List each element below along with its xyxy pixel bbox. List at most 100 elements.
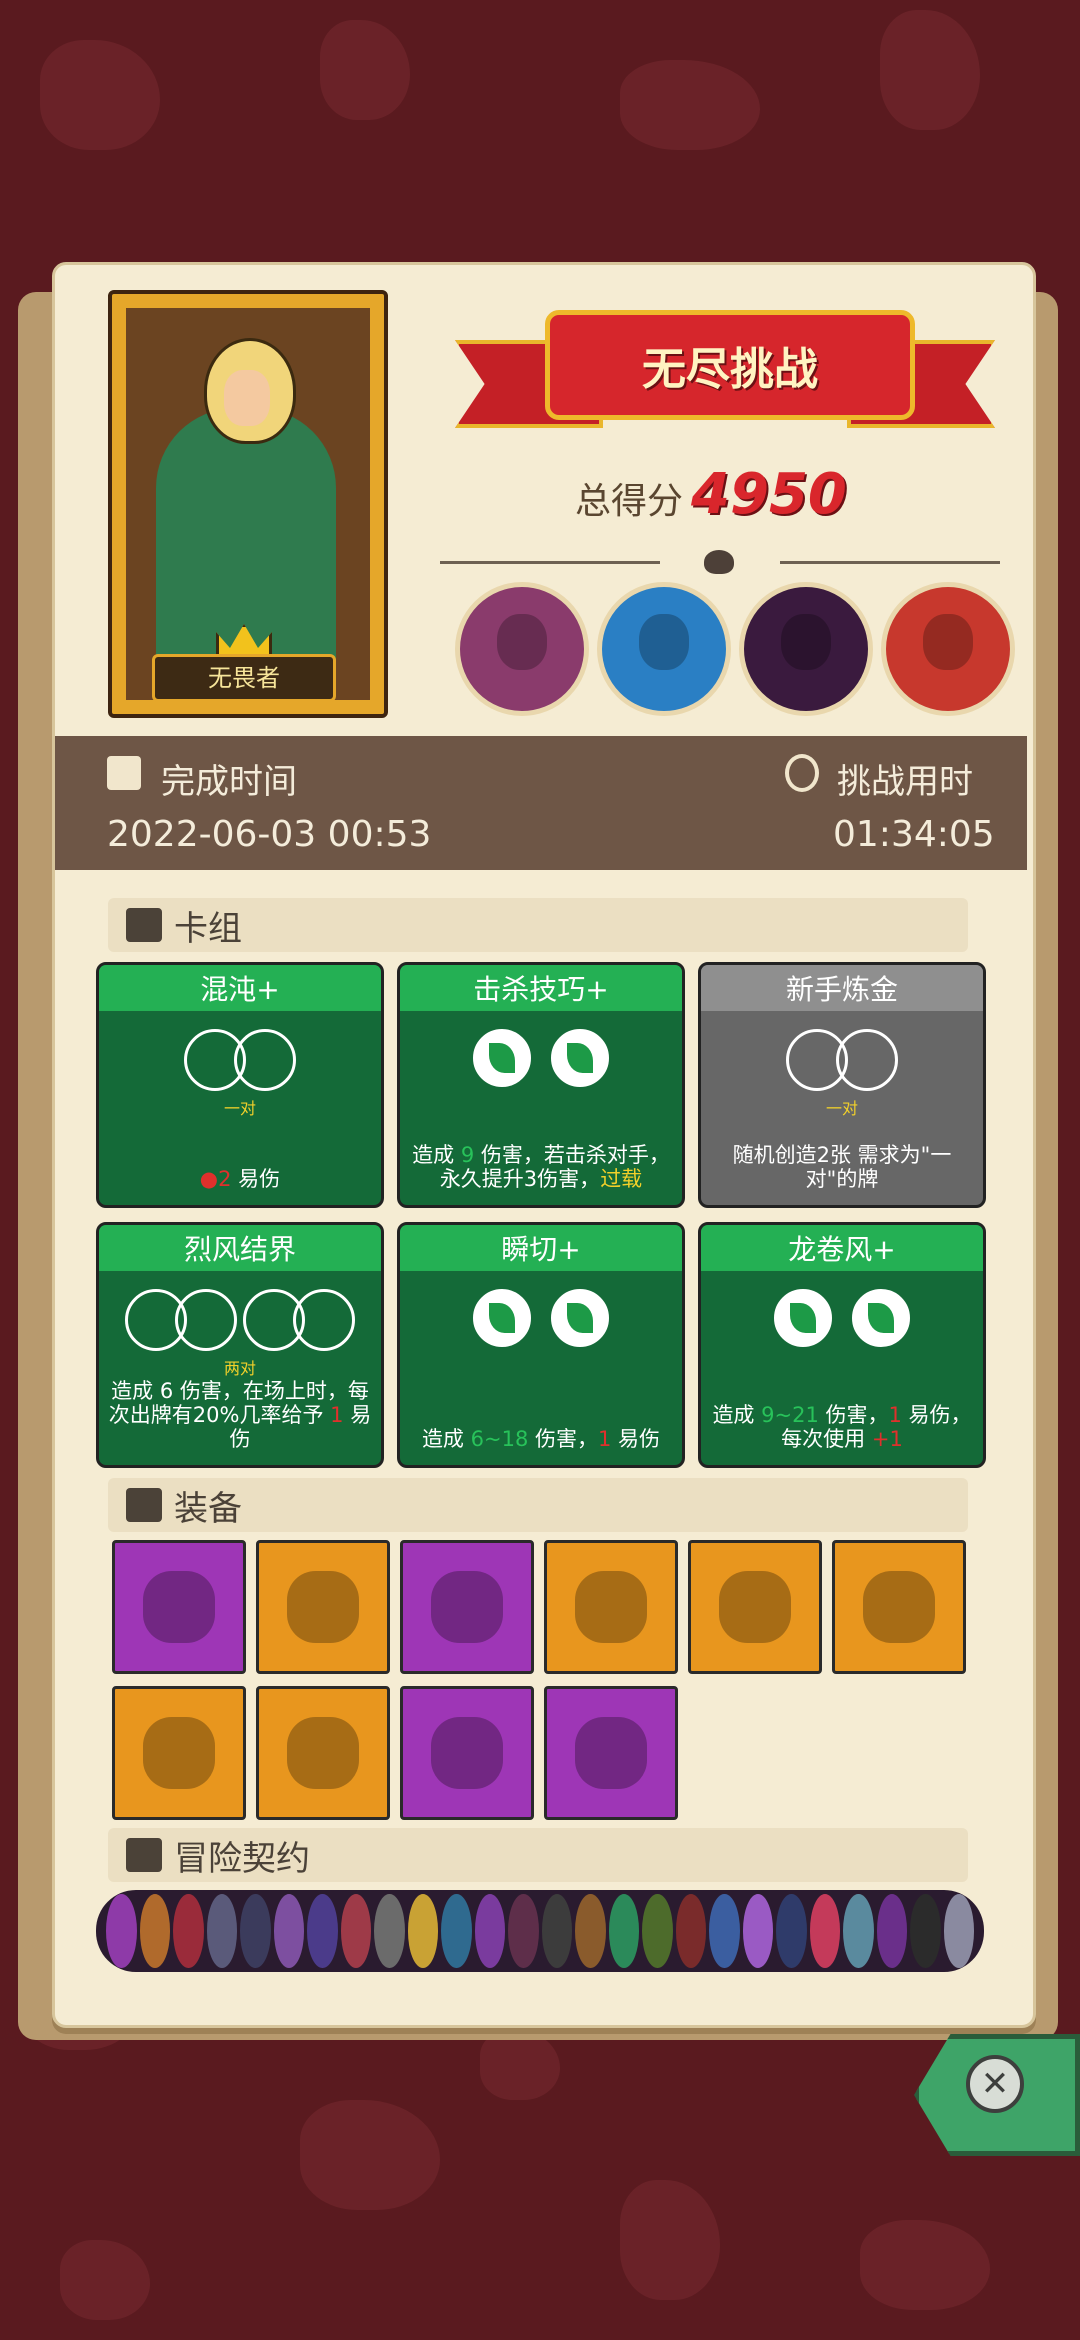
duration-value: 01:34:05 bbox=[833, 814, 995, 855]
leaf-icon bbox=[852, 1289, 910, 1347]
leaf-icon bbox=[473, 1289, 531, 1347]
leaf-icon bbox=[551, 1289, 609, 1347]
leaf-icons bbox=[400, 1029, 682, 1087]
card-description: 造成 6 伤害，在场上时，每次出牌有20%几率给予 1 易伤 bbox=[108, 1379, 372, 1451]
pair-icon bbox=[701, 1029, 983, 1091]
contract-icon bbox=[374, 1894, 405, 1968]
close-icon[interactable]: ✕ bbox=[966, 2055, 1024, 2113]
banner-title: 无尽挑战 bbox=[545, 310, 915, 420]
duration-label: 挑战用时 bbox=[837, 762, 973, 802]
finish-time-value: 2022-06-03 00:53 bbox=[107, 814, 432, 855]
leaf-icons bbox=[701, 1289, 983, 1347]
contract-icon bbox=[843, 1894, 874, 1968]
contract-icon bbox=[240, 1894, 271, 1968]
contract-icon bbox=[675, 1894, 706, 1968]
finish-time-label: 完成时间 bbox=[161, 762, 297, 802]
contract-icon bbox=[126, 1838, 162, 1872]
card-name: 击杀技巧+ bbox=[400, 965, 682, 1011]
contract-icon bbox=[206, 1894, 237, 1968]
card-chaos[interactable]: 混沌+ 一对 ●2 易伤 bbox=[96, 962, 384, 1208]
contract-strip[interactable] bbox=[96, 1890, 984, 1972]
equip-dark-beast-icon[interactable] bbox=[544, 1540, 678, 1674]
contract-icon bbox=[709, 1894, 740, 1968]
box-icon bbox=[126, 1488, 162, 1522]
card-name: 混沌+ bbox=[99, 965, 381, 1011]
contract-title: 冒险契约 bbox=[174, 1838, 310, 1879]
two-pair-icon bbox=[99, 1289, 381, 1351]
calendar-icon bbox=[107, 756, 141, 790]
card-tornado[interactable]: 龙卷风+ 造成 9~21 伤害，1 易伤，每次使用 +1 bbox=[698, 1222, 986, 1468]
contract-icon bbox=[407, 1894, 438, 1968]
card-requirement: 一对 bbox=[223, 1099, 256, 1118]
hero-title: 无畏者 bbox=[152, 654, 336, 702]
contract-icon bbox=[876, 1894, 907, 1968]
boss-2-icon[interactable] bbox=[597, 582, 731, 716]
contract-icon bbox=[608, 1894, 639, 1968]
equip-dark-ring-icon[interactable] bbox=[256, 1686, 390, 1820]
contract-icon bbox=[139, 1894, 170, 1968]
boss-3-icon[interactable] bbox=[739, 582, 873, 716]
divider-line-left bbox=[440, 561, 660, 564]
contract-icon bbox=[474, 1894, 505, 1968]
contract-icon bbox=[307, 1894, 338, 1968]
boss-4-icon[interactable] bbox=[881, 582, 1015, 716]
contract-icon bbox=[642, 1894, 673, 1968]
time-info-bar: 完成时间 2022-06-03 00:53 挑战用时 01:34:05 bbox=[55, 736, 1027, 870]
contract-icon bbox=[742, 1894, 773, 1968]
leaf-icon bbox=[473, 1029, 531, 1087]
total-score: 总得分 4950 bbox=[575, 462, 847, 527]
defeated-bosses bbox=[455, 582, 1015, 716]
boss-divider bbox=[440, 550, 1000, 574]
equipment-section-header: 装备 bbox=[108, 1478, 968, 1532]
card-description: ●2 易伤 bbox=[199, 1167, 281, 1191]
pair-icon bbox=[99, 1029, 381, 1091]
boss-1-icon[interactable] bbox=[455, 582, 589, 716]
equip-demon-mask-icon[interactable] bbox=[256, 1540, 390, 1674]
card-name: 新手炼金 bbox=[701, 965, 983, 1011]
card-description: 造成 6~18 伤害，1 易伤 bbox=[421, 1427, 661, 1451]
hero-face bbox=[224, 370, 270, 426]
cards-icon bbox=[126, 908, 162, 942]
equip-red-gem-necklace-icon[interactable] bbox=[400, 1540, 534, 1674]
leaf-icon bbox=[774, 1289, 832, 1347]
contract-section-header: 冒险契约 bbox=[108, 1828, 968, 1882]
contract-icon bbox=[809, 1894, 840, 1968]
contract-icon bbox=[441, 1894, 472, 1968]
deck-title: 卡组 bbox=[174, 908, 242, 949]
card-name: 烈风结界 bbox=[99, 1225, 381, 1271]
contract-icon bbox=[340, 1894, 371, 1968]
stopwatch-icon bbox=[785, 754, 819, 792]
card-name: 瞬切+ bbox=[400, 1225, 682, 1271]
card-requirement: 一对 bbox=[825, 1099, 858, 1118]
card-gale-barrier[interactable]: 烈风结界 两对 造成 6 伤害，在场上时，每次出牌有20%几率给予 1 易伤 bbox=[96, 1222, 384, 1468]
card-kill-skill[interactable]: 击杀技巧+ 造成 9 伤害，若击杀对手，永久提升3伤害，过载 bbox=[397, 962, 685, 1208]
leaf-icons bbox=[400, 1289, 682, 1347]
vulnerable-icon: ● bbox=[199, 1167, 219, 1191]
contract-icon bbox=[575, 1894, 606, 1968]
endless-challenge-banner: 无尽挑战 bbox=[455, 300, 995, 450]
deck-section-header: 卡组 bbox=[108, 898, 968, 952]
leaf-icon bbox=[551, 1029, 609, 1087]
equip-slash-icon[interactable] bbox=[112, 1540, 246, 1674]
score-label: 总得分 bbox=[575, 481, 684, 522]
equip-meat-icon[interactable] bbox=[112, 1686, 246, 1820]
card-requirement: 两对 bbox=[223, 1359, 256, 1378]
hero-portrait: 无畏者 bbox=[108, 290, 388, 718]
equip-mushroom-icon[interactable] bbox=[544, 1686, 678, 1820]
equip-blue-shield-icon[interactable] bbox=[832, 1540, 966, 1674]
contract-icon bbox=[910, 1894, 941, 1968]
card-novice-alchemy[interactable]: 新手炼金 一对 随机创造2张 需求为"一对"的牌 bbox=[698, 962, 986, 1208]
contract-icon bbox=[541, 1894, 572, 1968]
contract-icon bbox=[106, 1894, 137, 1968]
equipment-title: 装备 bbox=[174, 1488, 242, 1529]
score-value: 4950 bbox=[691, 462, 847, 527]
equip-blue-slime-icon[interactable] bbox=[688, 1540, 822, 1674]
contract-icon bbox=[776, 1894, 807, 1968]
card-name: 龙卷风+ bbox=[701, 1225, 983, 1271]
card-instant-cut[interactable]: 瞬切+ 造成 6~18 伤害，1 易伤 bbox=[397, 1222, 685, 1468]
skull-icon bbox=[704, 550, 734, 574]
equipment-grid bbox=[112, 1540, 966, 1820]
card-description: 随机创造2张 需求为"一对"的牌 bbox=[732, 1143, 952, 1191]
equip-golden-chest-icon[interactable] bbox=[400, 1686, 534, 1820]
divider-line-right bbox=[780, 561, 1000, 564]
